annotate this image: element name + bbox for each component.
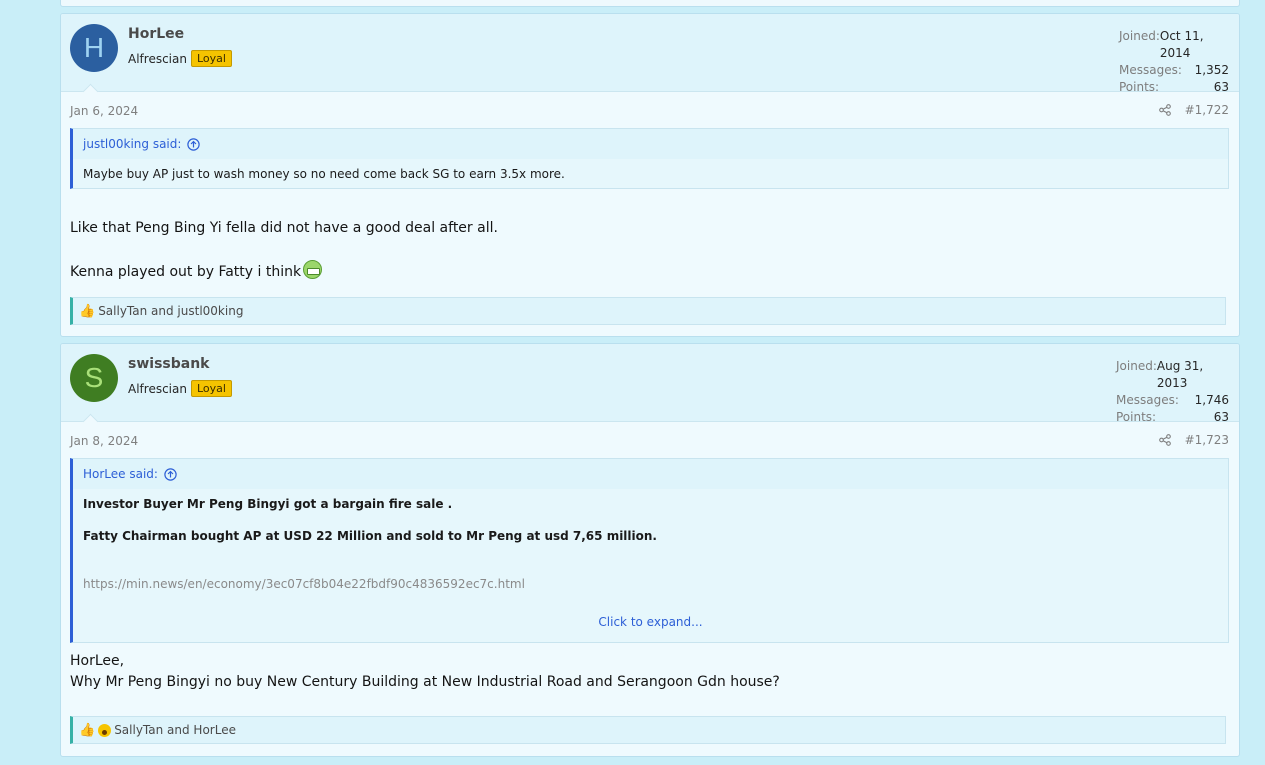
user-stats: Joined: Oct 11, 2014 Messages: 1,352 Point… (1119, 28, 1229, 96)
stat-value: 1,352 (1194, 63, 1229, 77)
avatar[interactable]: H (70, 24, 118, 72)
quote-header: HorLee said: (73, 459, 1228, 489)
click-to-expand-link[interactable]: Click to expand... (83, 591, 1218, 635)
thumbs-up-icon: 👍 (79, 303, 96, 319)
avatar[interactable]: S (70, 354, 118, 402)
previous-post-edge (60, 0, 1240, 7)
quote-url-text: https://min.news/en/economy/3ec07cf8b04e… (83, 577, 525, 591)
user-stats: Joined: Aug 31, 2013 Messages: 1,746 Point… (1116, 358, 1229, 426)
stat-label: Messages: (1119, 63, 1182, 77)
quote-block: justl00king said: Maybe buy AP just to w… (70, 128, 1229, 189)
quote-text: Fatty Chairman bought AP at USD 22 Milli… (83, 529, 657, 543)
stat-value: 1,746 (1194, 393, 1229, 407)
message-line: HorLee, (70, 653, 125, 669)
user-title: Alfrescian Loyal (128, 380, 232, 397)
message-body: HorLee, Why Mr Peng Bingyi no buy New Ce… (70, 643, 1230, 693)
share-icon[interactable] (1158, 434, 1171, 446)
quote-text: Investor Buyer Mr Peng Bingyi got a barg… (83, 497, 453, 511)
grin-emoji-icon (303, 260, 323, 279)
stat-value: Oct 11, 2014 (1159, 29, 1204, 60)
username-link[interactable]: swissbank (128, 356, 209, 372)
wow-emoji-icon (98, 723, 112, 737)
thumbs-up-icon: 👍 (79, 722, 96, 738)
username-link[interactable]: HorLee (128, 26, 184, 42)
quote-block: HorLee said: Investor Buyer Mr Peng Bing… (70, 458, 1229, 643)
user-badge: Loyal (190, 50, 232, 67)
message-line: Why Mr Peng Bingyi no buy New Century Bu… (70, 674, 780, 690)
post: H HorLee Alfrescian Loyal Joined: Oct 11, … (60, 13, 1240, 337)
arrow-up-circle-icon[interactable] (187, 137, 201, 151)
user-header: H HorLee Alfrescian Loyal Joined: Oct 11, … (61, 14, 1239, 94)
arrow-up-circle-icon[interactable] (164, 467, 177, 481)
post-number-link[interactable]: #1,723 (1185, 433, 1229, 447)
post-date-link[interactable]: Jan 6, 2024 (70, 104, 138, 118)
quote-text: Maybe buy AP just to wash money so no ne… (83, 167, 565, 181)
stat-messages: Messages: 1,352 (1119, 62, 1229, 79)
message-line: Kenna played out by Fatty i think (70, 260, 1230, 283)
post-number-link[interactable]: #1,722 (1185, 103, 1229, 117)
post: S swissbank Alfrescian Loyal Joined: Aug 3… (60, 343, 1240, 757)
quote-author-link[interactable]: HorLee said: (83, 467, 158, 481)
stat-joined: Joined: Oct 11, 2014 (1119, 28, 1229, 62)
message-text: Kenna played out by Fatty i think (70, 264, 302, 280)
user-header: S swissbank Alfrescian Loyal Joined: Aug 3… (61, 344, 1239, 424)
reactions-users-link[interactable]: SallyTan and HorLee (114, 723, 236, 737)
quote-content: Investor Buyer Mr Peng Bingyi got a barg… (73, 489, 1228, 642)
stat-joined: Joined: Aug 31, 2013 (1116, 358, 1229, 392)
post-meta: Jan 6, 2024 #1,722 (61, 92, 1239, 128)
stat-messages: Messages: 1,746 (1116, 392, 1229, 409)
reactions-bar[interactable]: 👍 SallyTan and HorLee (70, 716, 1226, 744)
user-title-text: Alfrescian (128, 52, 187, 66)
post-date-link[interactable]: Jan 8, 2024 (70, 434, 138, 448)
post-meta: Jan 8, 2024 #1,723 (61, 422, 1239, 458)
user-title: Alfrescian Loyal (128, 50, 232, 67)
message-line: Like that Peng Bing Yi fella did not hav… (70, 220, 498, 236)
stat-label: Joined: (1116, 359, 1157, 373)
quote-content: Maybe buy AP just to wash money so no ne… (73, 159, 1228, 188)
stat-label: Messages: (1116, 393, 1179, 407)
user-badge: Loyal (190, 380, 232, 397)
stat-value: Aug 31, 2013 (1156, 359, 1204, 390)
reactions-users-link[interactable]: SallyTan and justl00king (98, 304, 243, 318)
message-body: Like that Peng Bing Yi fella did not hav… (70, 189, 1230, 283)
user-title-text: Alfrescian (128, 382, 187, 396)
stat-label: Joined: (1119, 29, 1160, 43)
reactions-bar[interactable]: 👍 SallyTan and justl00king (70, 297, 1226, 325)
quote-author-link[interactable]: justl00king said: (83, 137, 181, 151)
quote-header: justl00king said: (73, 129, 1228, 159)
share-icon[interactable] (1158, 104, 1171, 116)
